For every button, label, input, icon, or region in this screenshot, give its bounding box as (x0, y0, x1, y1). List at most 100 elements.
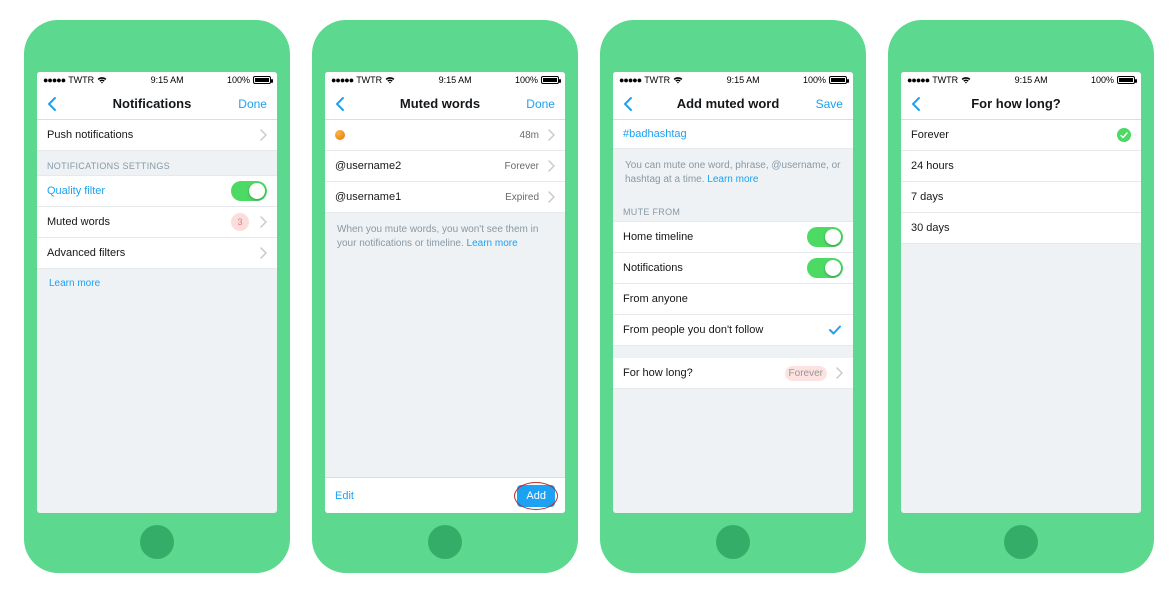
screen-duration: ●●●●● TWTR 9:15 AM 100% For how long? Fo… (901, 72, 1141, 513)
row-label: Notifications (623, 262, 683, 274)
home-button[interactable] (428, 525, 462, 559)
save-button[interactable]: Save (813, 97, 843, 111)
back-button[interactable] (623, 96, 643, 112)
muted-item-row[interactable]: @username2 Forever (325, 151, 565, 182)
quality-filter-row[interactable]: Quality filter (37, 176, 277, 207)
chevron-right-icon (831, 367, 843, 379)
muted-item-label: @username1 (335, 191, 401, 203)
duration-value: Forever (789, 368, 823, 379)
signal-dots: ●●●●● (907, 75, 929, 85)
battery-icon (1117, 76, 1135, 84)
mute-duration-value: Expired (505, 192, 539, 203)
done-button[interactable]: Done (525, 97, 555, 111)
page-title: Add muted word (677, 96, 780, 111)
section-header: MUTE FROM (613, 197, 853, 222)
learn-more-link[interactable]: Learn more (467, 238, 518, 249)
basketball-icon (335, 130, 345, 140)
nav-header: Notifications Done (37, 88, 277, 120)
nav-header: Add muted word Save (613, 88, 853, 120)
chevron-right-icon (543, 191, 555, 203)
option-label: 30 days (911, 222, 950, 234)
home-button[interactable] (140, 525, 174, 559)
clock-label: 9:15 AM (727, 75, 760, 85)
home-timeline-toggle[interactable] (807, 227, 843, 247)
duration-row[interactable]: For how long? Forever (613, 358, 853, 389)
signal-dots: ●●●●● (619, 75, 641, 85)
page-title: For how long? (971, 96, 1061, 111)
battery-icon (253, 76, 271, 84)
row-label: From anyone (623, 293, 688, 305)
push-notifications-row[interactable]: Push notifications (37, 120, 277, 151)
status-bar: ●●●●● TWTR 9:15 AM 100% (325, 72, 565, 88)
phone-frame: ●●●●● TWTR 9:15 AM 100% Add muted word S… (600, 20, 866, 573)
back-button[interactable] (335, 96, 355, 112)
row-label: Home timeline (623, 231, 693, 243)
battery-icon (541, 76, 559, 84)
advanced-filters-row[interactable]: Advanced filters (37, 238, 277, 269)
status-bar: ●●●●● TWTR 9:15 AM 100% (37, 72, 277, 88)
muted-item-row[interactable]: @username1 Expired (325, 182, 565, 213)
duration-option-row[interactable]: 24 hours (901, 151, 1141, 182)
section-header: NOTIFICATIONS SETTINGS (37, 151, 277, 176)
duration-option-row[interactable]: 30 days (901, 213, 1141, 244)
duration-option-row[interactable]: Forever (901, 120, 1141, 151)
duration-option-row[interactable]: 7 days (901, 182, 1141, 213)
phone-frame: ●●●●● TWTR 9:15 AM 100% Muted words Done… (312, 20, 578, 573)
status-bar: ●●●●● TWTR 9:15 AM 100% (613, 72, 853, 88)
clock-label: 9:15 AM (1015, 75, 1048, 85)
muted-words-row[interactable]: Muted words 3 (37, 207, 277, 238)
mute-word-input-row[interactable]: #badhashtag (613, 120, 853, 149)
muted-item-label: @username2 (335, 160, 401, 172)
done-button[interactable]: Done (237, 97, 267, 111)
battery-label: 100% (1091, 75, 1114, 85)
chevron-right-icon (255, 247, 267, 259)
nav-header: For how long? (901, 88, 1141, 120)
learn-more-link[interactable]: Learn more (707, 174, 758, 185)
status-bar: ●●●●● TWTR 9:15 AM 100% (901, 72, 1141, 88)
chevron-right-icon (543, 129, 555, 141)
page-title: Notifications (113, 96, 192, 111)
notifications-row[interactable]: Notifications (613, 253, 853, 284)
row-label: From people you don't follow (623, 324, 763, 336)
chevron-right-icon (255, 216, 267, 228)
carrier-label: TWTR (644, 75, 670, 85)
mute-duration-value: 48m (520, 130, 539, 141)
wifi-icon (673, 76, 683, 84)
selected-check-icon (1117, 128, 1131, 142)
bottom-toolbar: Edit Add (325, 477, 565, 513)
back-button[interactable] (911, 96, 931, 112)
mute-word-input[interactable]: #badhashtag (623, 128, 687, 140)
signal-dots: ●●●●● (43, 75, 65, 85)
row-label: Push notifications (47, 129, 133, 141)
from-anyone-row[interactable]: From anyone (613, 284, 853, 315)
nav-header: Muted words Done (325, 88, 565, 120)
carrier-label: TWTR (68, 75, 94, 85)
muted-count-badge: 3 (231, 213, 249, 231)
notifications-toggle[interactable] (807, 258, 843, 278)
mute-duration-value: Forever (505, 161, 539, 172)
carrier-label: TWTR (932, 75, 958, 85)
row-label: Quality filter (47, 185, 105, 197)
back-button[interactable] (47, 96, 67, 112)
clock-label: 9:15 AM (439, 75, 472, 85)
wifi-icon (97, 76, 107, 84)
quality-filter-toggle[interactable] (231, 181, 267, 201)
muted-item-row[interactable]: 48m (325, 120, 565, 151)
check-icon (829, 325, 843, 335)
add-button[interactable]: Add (517, 485, 555, 507)
home-button[interactable] (1004, 525, 1038, 559)
screen-add-muted-word: ●●●●● TWTR 9:15 AM 100% Add muted word S… (613, 72, 853, 513)
help-text: When you mute words, you won't see them … (325, 213, 565, 261)
row-label: Advanced filters (47, 247, 125, 259)
battery-label: 100% (515, 75, 538, 85)
from-nonfollow-row[interactable]: From people you don't follow (613, 315, 853, 346)
home-timeline-row[interactable]: Home timeline (613, 222, 853, 253)
signal-dots: ●●●●● (331, 75, 353, 85)
home-button[interactable] (716, 525, 750, 559)
help-text: You can mute one word, phrase, @username… (613, 149, 853, 197)
learn-more-link[interactable]: Learn more (49, 278, 100, 289)
row-label: Muted words (47, 216, 110, 228)
option-label: 24 hours (911, 160, 954, 172)
edit-button[interactable]: Edit (335, 490, 354, 502)
row-label: For how long? (623, 367, 693, 379)
